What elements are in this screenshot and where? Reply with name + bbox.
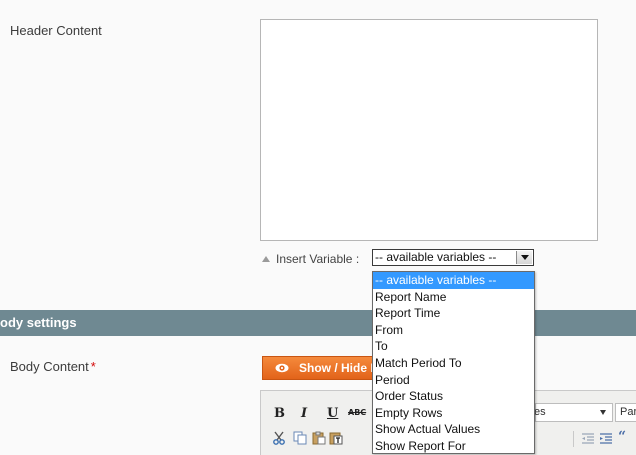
- variable-option[interactable]: Show Report For: [373, 438, 534, 453]
- variable-select-button[interactable]: [516, 251, 532, 264]
- show-hide-editor-button[interactable]: Show / Hide Editor: [262, 356, 390, 380]
- cut-icon[interactable]: [272, 431, 286, 445]
- variable-select[interactable]: -- available variables --: [372, 249, 534, 266]
- variable-option[interactable]: To: [373, 338, 534, 355]
- paragraph-select-value: Par: [620, 406, 636, 418]
- variable-option[interactable]: Match Period To: [373, 355, 534, 372]
- paragraph-select[interactable]: Par: [615, 403, 636, 422]
- outdent-icon[interactable]: [581, 432, 595, 446]
- variable-option[interactable]: From: [373, 322, 534, 339]
- paste-icon[interactable]: [312, 431, 326, 445]
- style-select-value: es: [534, 406, 546, 418]
- variable-option[interactable]: Report Time: [373, 305, 534, 322]
- variable-dropdown-list[interactable]: -- available variables -- Report Name Repo…: [372, 271, 535, 454]
- blockquote-icon[interactable]: “: [618, 429, 626, 445]
- body-settings-section-header[interactable]: ody settings: [0, 310, 636, 336]
- insert-variable-row: Insert Variable :: [262, 251, 359, 267]
- paste-text-icon[interactable]: [329, 431, 343, 445]
- italic-button[interactable]: I: [301, 406, 307, 421]
- insert-variable-label: Insert Variable :: [276, 252, 360, 266]
- style-select[interactable]: es: [534, 403, 613, 422]
- header-content-textarea[interactable]: [260, 19, 598, 241]
- eye-icon: [275, 363, 289, 373]
- variable-option[interactable]: -- available variables --: [373, 272, 534, 289]
- section-title: ody settings: [0, 315, 77, 330]
- body-content-label-text: Body Content: [10, 359, 89, 374]
- header-content-label: Header Content: [10, 23, 102, 38]
- toolbar-separator: [573, 431, 574, 447]
- body-content-label: Body Content *: [10, 359, 96, 374]
- variable-option[interactable]: Report Name: [373, 289, 534, 306]
- indent-icon[interactable]: [599, 432, 613, 446]
- variable-option[interactable]: Empty Rows: [373, 405, 534, 422]
- bold-button[interactable]: B: [274, 406, 285, 421]
- variable-option[interactable]: Period: [373, 372, 534, 389]
- triangle-up-icon: [262, 256, 270, 262]
- variable-select-value: -- available variables --: [375, 250, 497, 264]
- underline-button[interactable]: U: [327, 406, 338, 421]
- required-mark: *: [90, 359, 96, 374]
- chevron-down-icon: [600, 410, 606, 415]
- variable-option[interactable]: Order Status: [373, 388, 534, 405]
- strikethrough-button[interactable]: ABC: [348, 408, 366, 417]
- chevron-down-icon: [520, 255, 529, 260]
- variable-option[interactable]: Show Actual Values: [373, 421, 534, 438]
- copy-icon[interactable]: [293, 431, 307, 445]
